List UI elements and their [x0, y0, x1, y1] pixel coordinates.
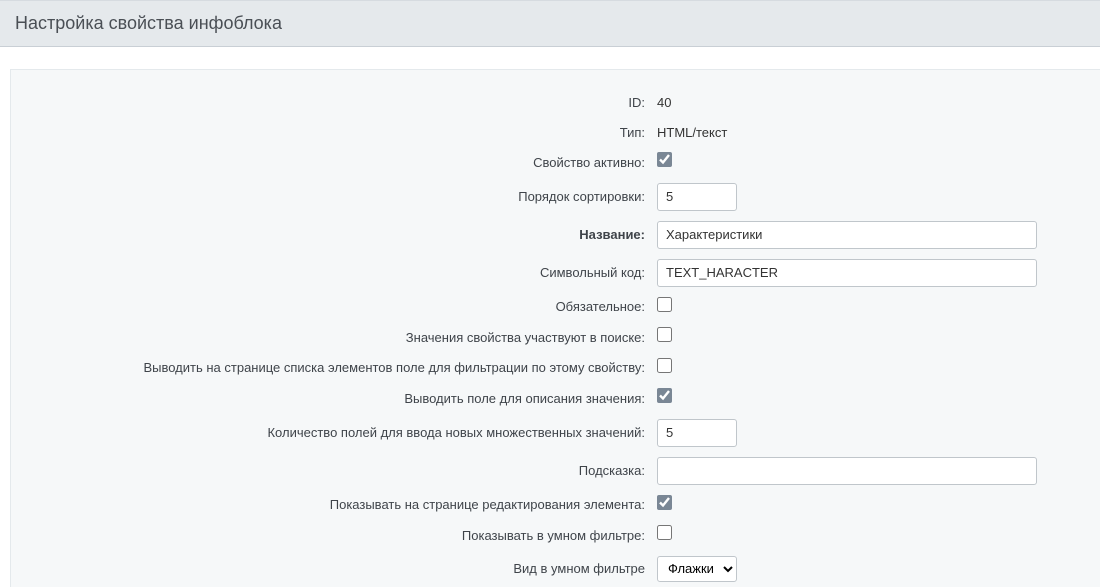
label-required: Обязательное:: [11, 292, 651, 323]
dialog-titlebar: Настройка свойства инфоблока: [0, 0, 1100, 47]
checkbox-searchable[interactable]: [657, 327, 672, 342]
checkbox-with-description[interactable]: [657, 388, 672, 403]
checkbox-show-on-edit[interactable]: [657, 495, 672, 510]
input-sort[interactable]: [657, 183, 737, 211]
row-required: Обязательное:: [11, 292, 1100, 323]
label-filtrable: Выводить на странице списка элементов по…: [11, 353, 651, 384]
label-searchable: Значения свойства участвуют в поиске:: [11, 322, 651, 353]
checkbox-filtrable[interactable]: [657, 358, 672, 373]
label-type: Тип:: [11, 118, 651, 148]
input-name[interactable]: [657, 221, 1037, 249]
dialog-title: Настройка свойства инфоблока: [15, 13, 1085, 34]
row-sort: Порядок сортировки:: [11, 178, 1100, 216]
label-smart-filter: Показывать в умном фильтре:: [11, 520, 651, 551]
input-multiple-cnt[interactable]: [657, 419, 737, 447]
label-show-on-edit: Показывать на странице редактирования эл…: [11, 490, 651, 521]
row-active: Свойство активно:: [11, 147, 1100, 178]
label-active: Свойство активно:: [11, 147, 651, 178]
checkbox-smart-filter[interactable]: [657, 525, 672, 540]
row-name: Название:: [11, 216, 1100, 254]
row-smart-filter-view: Вид в умном фильтре Флажки: [11, 551, 1100, 587]
checkbox-required[interactable]: [657, 297, 672, 312]
value-id: 40: [657, 95, 671, 110]
row-code: Символьный код:: [11, 254, 1100, 292]
row-searchable: Значения свойства участвуют в поиске:: [11, 322, 1100, 353]
row-hint: Подсказка:: [11, 452, 1100, 490]
label-smart-filter-view: Вид в умном фильтре: [11, 551, 651, 587]
label-code: Символьный код:: [11, 254, 651, 292]
form-panel: ID: 40 Тип: HTML/текст Свойство активно:…: [10, 69, 1100, 587]
label-hint: Подсказка:: [11, 452, 651, 490]
row-show-on-edit: Показывать на странице редактирования эл…: [11, 490, 1100, 521]
row-smart-filter: Показывать в умном фильтре:: [11, 520, 1100, 551]
row-type: Тип: HTML/текст: [11, 118, 1100, 148]
spacer: [0, 47, 1100, 69]
value-type: HTML/текст: [657, 125, 727, 140]
input-code[interactable]: [657, 259, 1037, 287]
label-id: ID:: [11, 88, 651, 118]
row-with-description: Выводить поле для описания значения:: [11, 383, 1100, 414]
input-hint[interactable]: [657, 457, 1037, 485]
select-smart-filter-view[interactable]: Флажки: [657, 556, 737, 582]
row-filtrable: Выводить на странице списка элементов по…: [11, 353, 1100, 384]
row-multiple-cnt: Количество полей для ввода новых множест…: [11, 414, 1100, 452]
row-id: ID: 40: [11, 88, 1100, 118]
label-with-description: Выводить поле для описания значения:: [11, 383, 651, 414]
checkbox-active[interactable]: [657, 152, 672, 167]
label-multiple-cnt: Количество полей для ввода новых множест…: [11, 414, 651, 452]
property-form: ID: 40 Тип: HTML/текст Свойство активно:…: [11, 88, 1100, 587]
label-sort: Порядок сортировки:: [11, 178, 651, 216]
label-name: Название:: [11, 216, 651, 254]
